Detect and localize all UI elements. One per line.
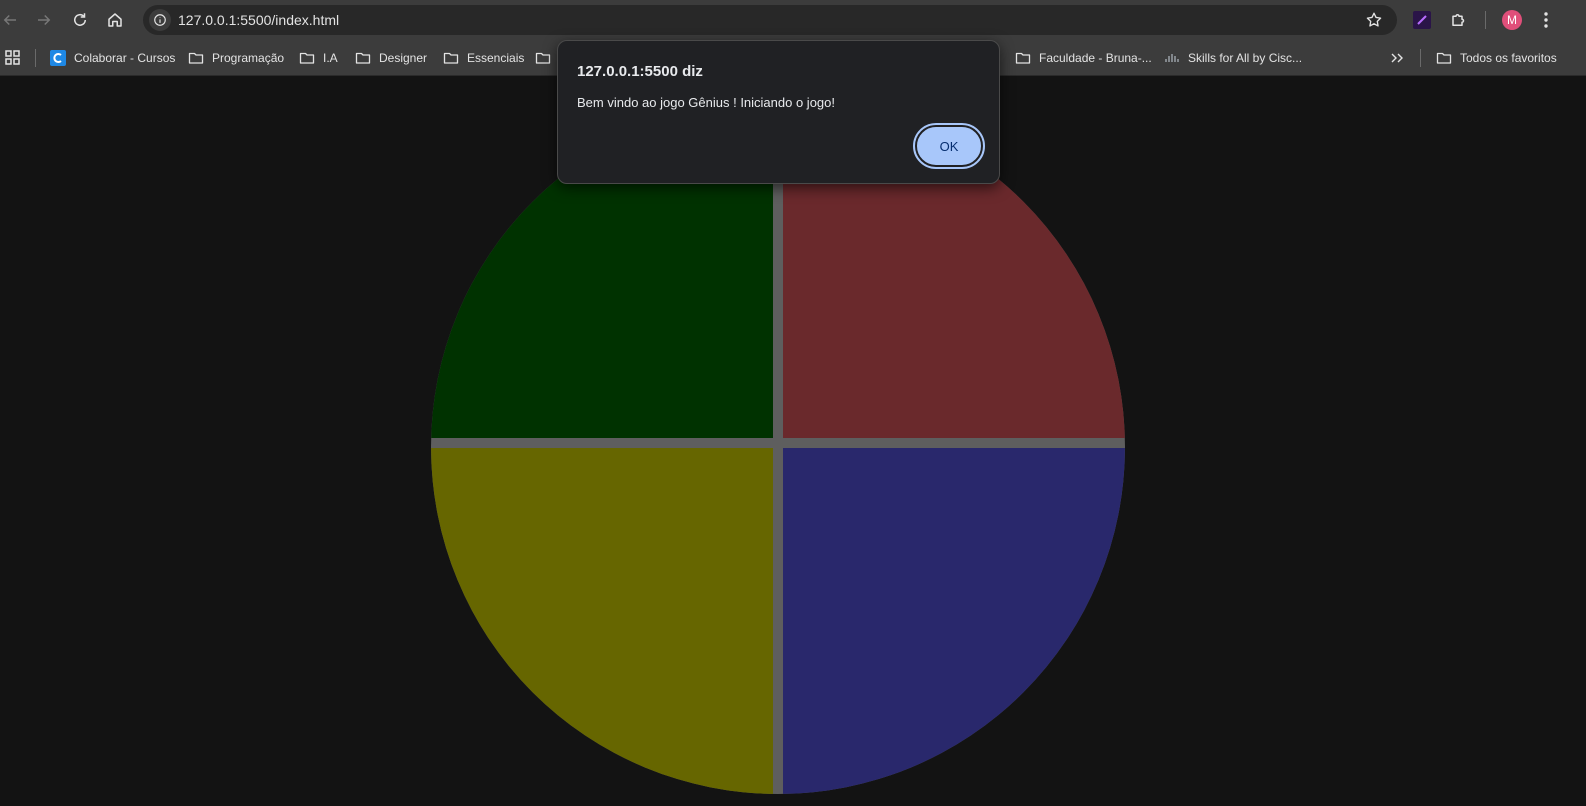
dialog-message: Bem vindo ao jogo Gênius ! Iniciando o j… [577,95,836,110]
address-bar[interactable]: 127.0.0.1:5500/index.html [143,5,1397,35]
bookmark-folder-essenciais[interactable]: Essenciais [443,48,524,68]
bookmark-star-icon[interactable] [1365,11,1383,29]
bookmark-folder-programacao[interactable]: Programação [188,48,284,68]
back-button[interactable] [0,6,24,34]
browser-toolbar: 127.0.0.1:5500/index.html M [0,0,1586,40]
bookmark-label: Colaborar - Cursos [74,51,176,65]
bookmarks-divider [35,49,36,67]
bookmark-label: I.A [323,51,338,65]
toolbar-divider [1485,11,1486,29]
folder-icon [1436,52,1452,64]
ok-button[interactable]: OK [913,123,985,169]
alert-dialog: 127.0.0.1:5500 diz Bem vindo ao jogo Gên… [557,40,1000,184]
bookmark-label: Programação [212,51,285,65]
folder-icon [443,52,459,64]
reload-icon [74,13,86,26]
bookmark-colaborar[interactable]: Colaborar - Cursos [50,48,175,68]
bookmark-folder-faculdade[interactable]: Faculdade - Bruna-... [1015,48,1152,68]
bookmark-label: Skills for All by Cisc... [1188,51,1303,65]
bookmark-label: Todos os favoritos [1460,51,1557,65]
bookmark-label: Designer [379,51,428,65]
blue-pad[interactable] [783,448,1130,797]
folder-icon [355,52,371,64]
profile-avatar[interactable]: M [1502,10,1522,30]
reload-button[interactable] [66,6,94,34]
home-icon [108,13,122,27]
bookmark-skills-cisco[interactable]: Skills for All by Cisc... [1164,48,1302,68]
site-info-icon[interactable] [149,9,171,31]
apps-grid-icon [5,50,20,65]
folder-icon [188,52,204,64]
page-content [0,77,1586,806]
bookmarks-divider [1420,49,1421,67]
folder-icon [1015,52,1031,64]
more-menu-icon[interactable] [1536,10,1556,30]
bookmark-folder-ia[interactable]: I.A [299,48,338,68]
yellow-pad[interactable] [430,448,773,797]
url-text[interactable]: 127.0.0.1:5500/index.html [178,12,339,28]
folder-icon [299,52,315,64]
cisco-icon [1165,54,1179,62]
arrow-left-icon [3,14,16,26]
genius-board [430,100,1130,797]
forward-button[interactable] [30,6,58,34]
bookmark-label: Faculdade - Bruna-... [1039,51,1152,65]
home-button[interactable] [101,6,129,34]
apps-button[interactable] [5,48,29,68]
colaborar-icon [50,50,66,66]
folder-icon [535,52,551,64]
bookmark-folder-hidden[interactable] [535,48,559,68]
bookmark-label: Essenciais [467,51,525,65]
more-bookmarks-button[interactable] [1389,48,1413,68]
extensions-puzzle-icon[interactable] [1450,11,1468,29]
dialog-title: 127.0.0.1:5500 diz [577,63,703,80]
chevron-double-right-icon [1391,53,1403,63]
bookmark-folder-designer[interactable]: Designer [355,48,427,68]
arrow-right-icon [38,14,51,26]
extension-pen-icon[interactable] [1413,11,1431,29]
all-bookmarks-folder[interactable]: Todos os favoritos [1436,48,1557,68]
